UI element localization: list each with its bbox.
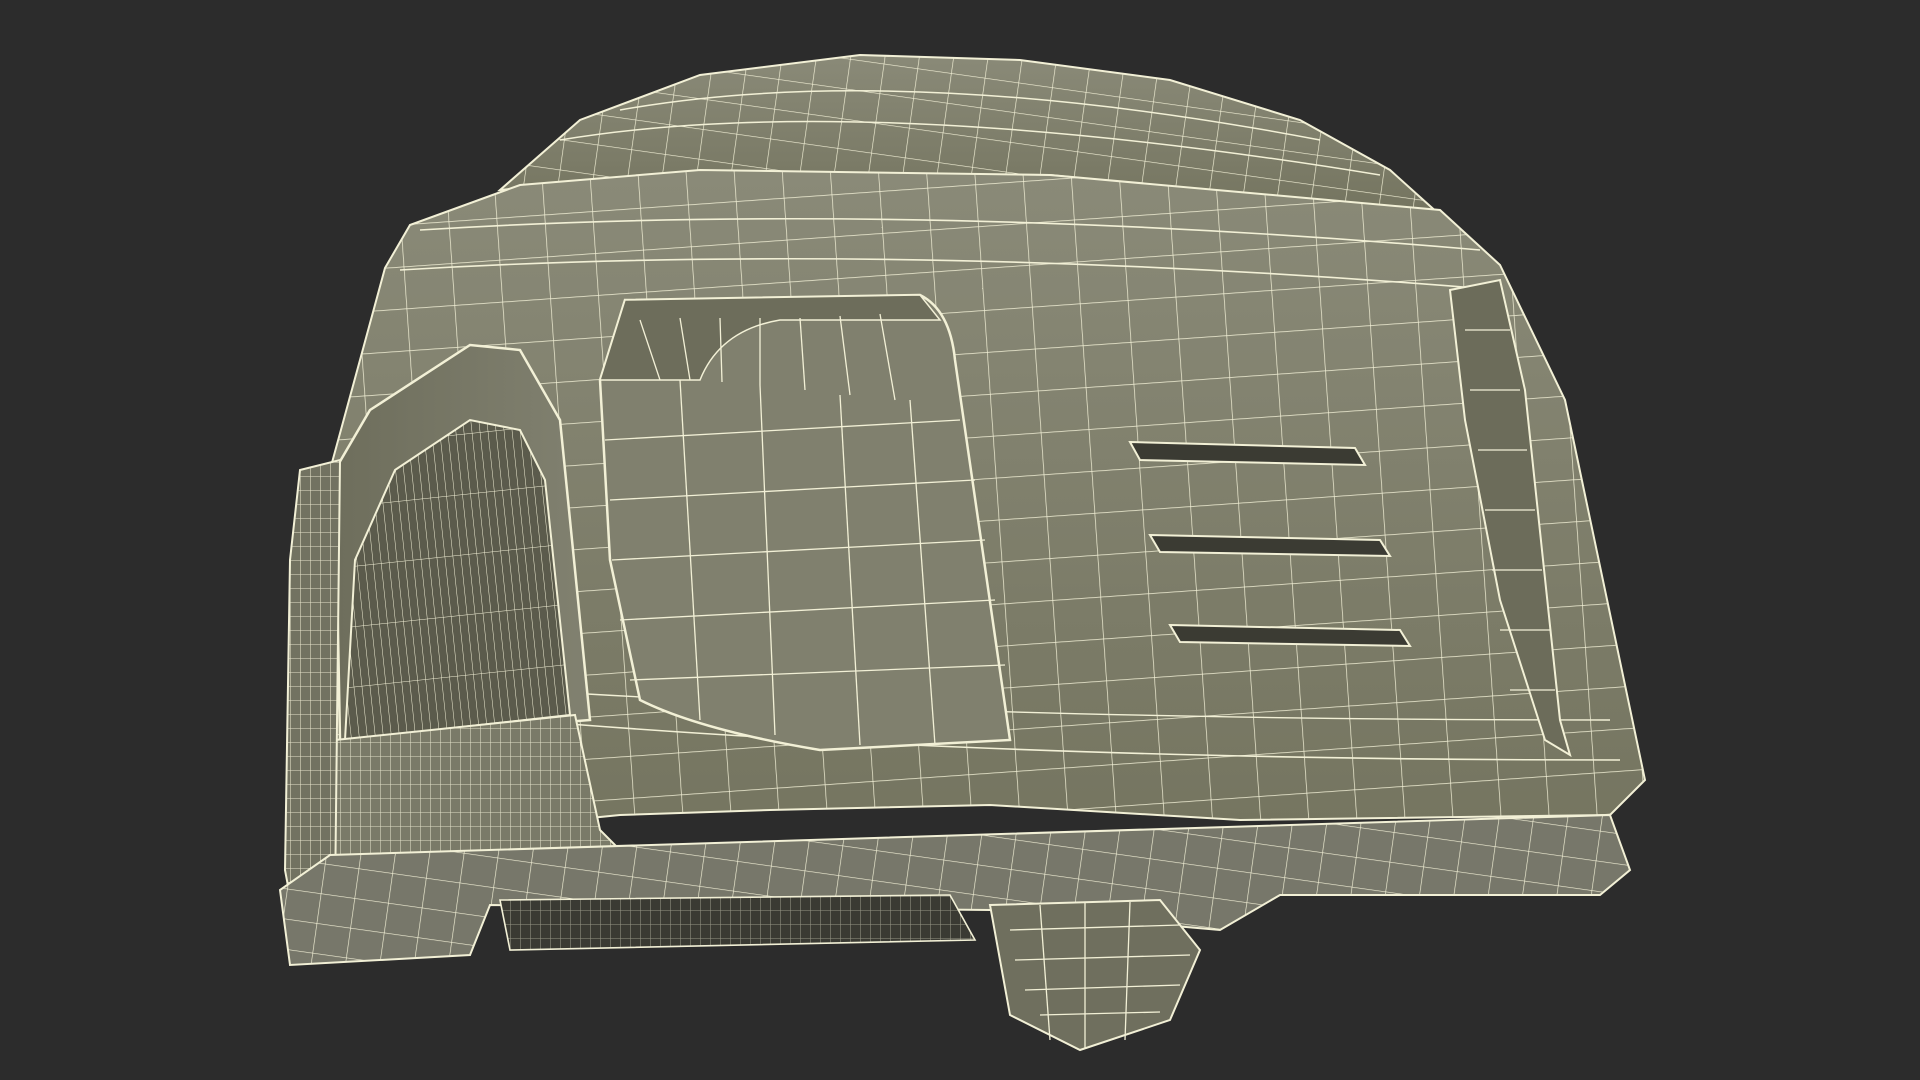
render-viewport — [0, 0, 1920, 1080]
side-panel — [598, 293, 1012, 752]
wireframe-render — [278, 53, 1647, 1052]
rear-wheel — [988, 898, 1202, 1052]
